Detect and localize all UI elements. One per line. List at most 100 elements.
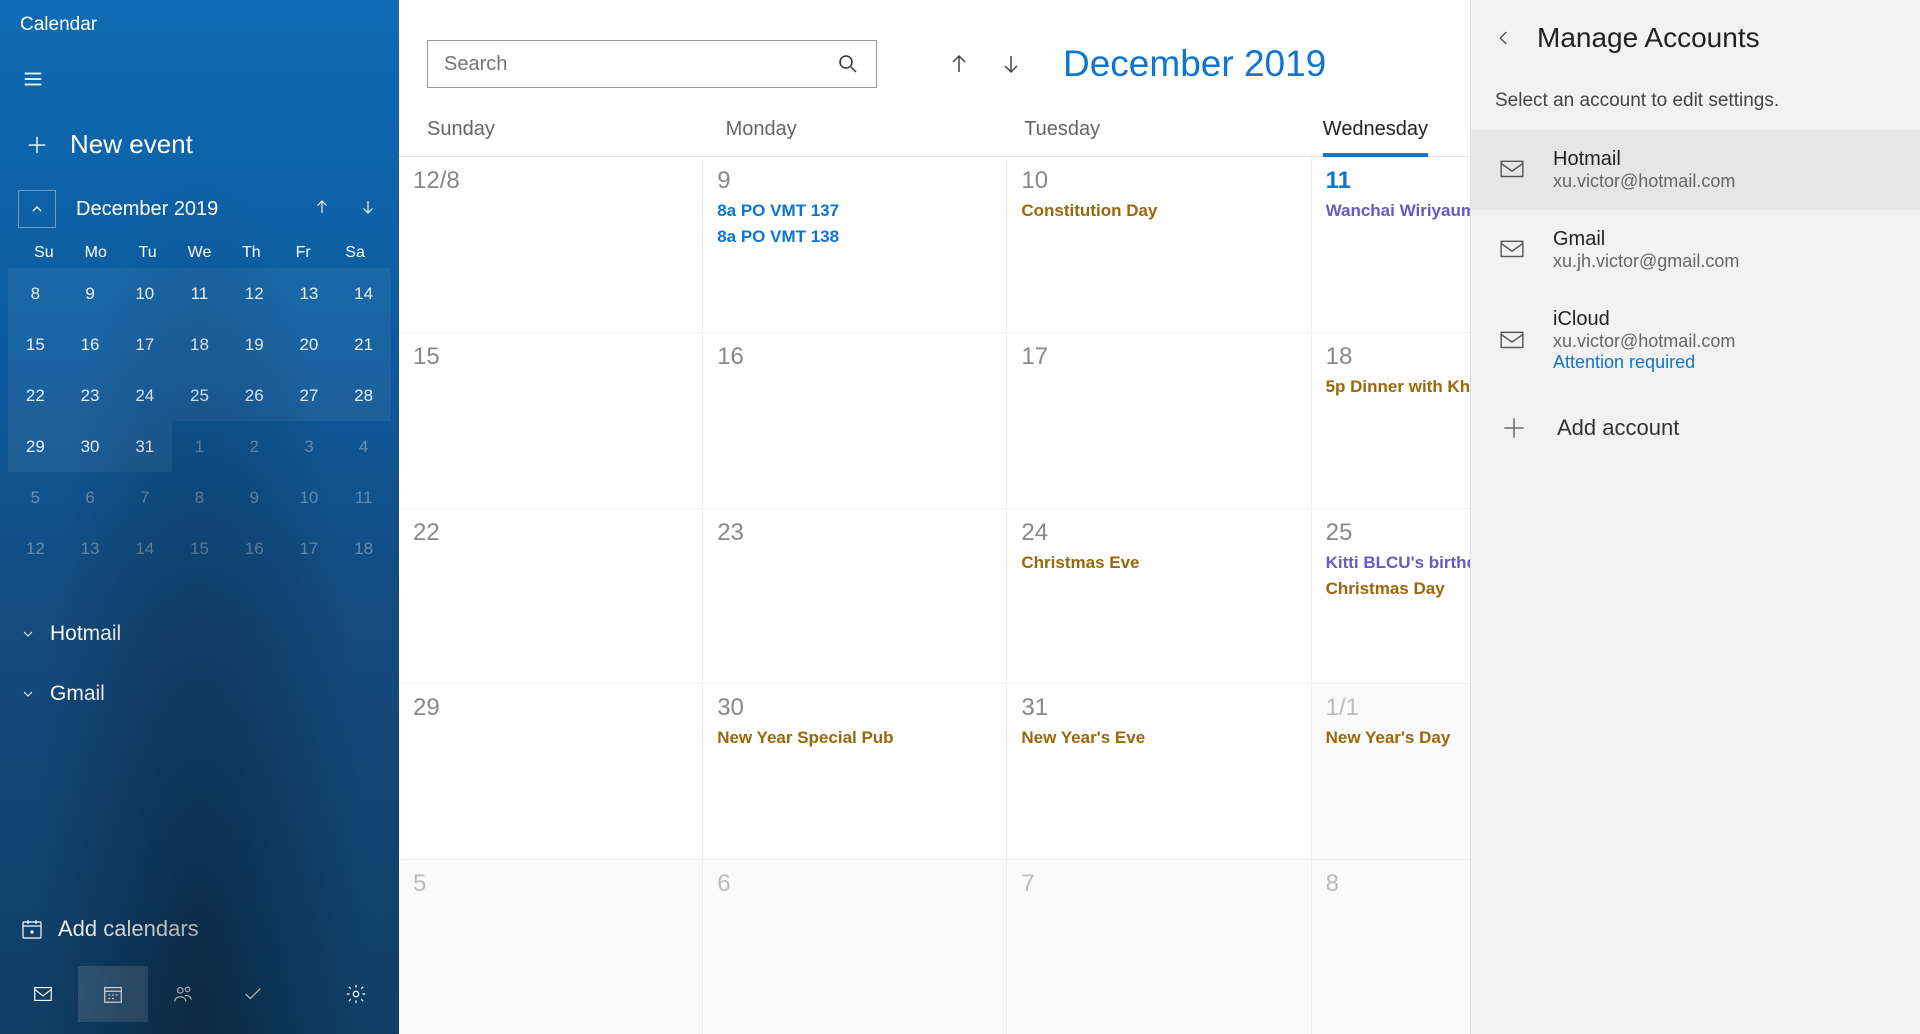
mini-day-cell[interactable]: 22 xyxy=(8,370,63,421)
mini-day-cell[interactable]: 27 xyxy=(282,370,337,421)
new-event-button[interactable]: New event xyxy=(0,103,399,190)
mini-day-cell[interactable]: 16 xyxy=(63,319,118,370)
search-input[interactable] xyxy=(444,53,836,76)
day-cell[interactable]: 23 xyxy=(703,509,1007,683)
settings-nav-button[interactable] xyxy=(321,966,391,1022)
day-cell[interactable]: 22 xyxy=(399,509,703,683)
calendar-event[interactable]: New Year's Eve xyxy=(1021,728,1300,748)
day-number: 30 xyxy=(717,694,996,722)
mini-month-label[interactable]: December 2019 xyxy=(56,198,309,221)
mini-next-button[interactable] xyxy=(355,194,381,225)
mini-prev-button[interactable] xyxy=(309,194,335,225)
mini-day-cell[interactable]: 20 xyxy=(282,319,337,370)
mini-day-cell[interactable]: 9 xyxy=(63,268,118,319)
day-cell[interactable]: 6 xyxy=(703,860,1007,1034)
hamburger-icon xyxy=(22,68,44,90)
calendar-event[interactable]: Constitution Day xyxy=(1021,201,1300,221)
mini-day-cell[interactable]: 13 xyxy=(63,523,118,574)
calendar-nav-button[interactable] xyxy=(78,966,148,1022)
mini-day-cell[interactable]: 12 xyxy=(227,268,282,319)
mini-day-cell[interactable]: 24 xyxy=(117,370,172,421)
mini-day-cell[interactable]: 11 xyxy=(336,472,391,523)
day-cell[interactable]: 24Christmas Eve xyxy=(1007,509,1311,683)
manage-accounts-panel: Manage Accounts Select an account to edi… xyxy=(1470,0,1920,1034)
bottom-nav xyxy=(0,954,399,1034)
calendar-event[interactable]: New Year Special Pub xyxy=(717,728,996,748)
mini-day-cell[interactable]: 23 xyxy=(63,370,118,421)
current-month-label[interactable]: December 2019 xyxy=(1063,43,1326,85)
day-cell[interactable]: 7 xyxy=(1007,860,1311,1034)
search-box[interactable] xyxy=(427,40,877,88)
mini-dow-row: SuMoTuWeThFrSa xyxy=(0,238,399,268)
mini-day-cell[interactable]: 13 xyxy=(282,268,337,319)
todo-nav-button[interactable] xyxy=(218,966,288,1022)
mini-day-cell[interactable]: 10 xyxy=(117,268,172,319)
mini-day-cell[interactable]: 26 xyxy=(227,370,282,421)
day-cell[interactable]: 29 xyxy=(399,684,703,858)
accounts-list: Hotmailxu.victor@hotmail.comGmailxu.jh.v… xyxy=(1471,130,1920,391)
mini-day-cell[interactable]: 11 xyxy=(172,268,227,319)
mini-day-cell[interactable]: 18 xyxy=(172,319,227,370)
day-cell[interactable]: 12/8 xyxy=(399,157,703,332)
month-nav xyxy=(937,42,1033,86)
mini-day-cell[interactable]: 9 xyxy=(227,472,282,523)
dow-header-cell: Sunday xyxy=(427,106,726,156)
account-item[interactable]: iCloudxu.victor@hotmail.comAttention req… xyxy=(1471,290,1920,391)
account-item[interactable]: Hotmailxu.victor@hotmail.com xyxy=(1471,130,1920,210)
mini-day-cell[interactable]: 31 xyxy=(117,421,172,472)
mini-day-cell[interactable]: 5 xyxy=(8,472,63,523)
sidebar-account-item[interactable]: Hotmail xyxy=(0,604,399,664)
day-cell[interactable]: 5 xyxy=(399,860,703,1034)
mini-day-cell[interactable]: 16 xyxy=(227,523,282,574)
mini-day-cell[interactable]: 6 xyxy=(63,472,118,523)
mini-day-cell[interactable]: 17 xyxy=(282,523,337,574)
sidebar-account-item[interactable]: Gmail xyxy=(0,664,399,724)
mini-day-cell[interactable]: 29 xyxy=(8,421,63,472)
mini-day-cell[interactable]: 19 xyxy=(227,319,282,370)
calendar-event[interactable]: 8a PO VMT 137 xyxy=(717,201,996,221)
day-cell[interactable]: 16 xyxy=(703,333,1007,507)
day-cell[interactable]: 15 xyxy=(399,333,703,507)
add-account-button[interactable]: Add account xyxy=(1471,397,1920,459)
mini-day-cell[interactable]: 15 xyxy=(8,319,63,370)
mini-calendar-header: December 2019 xyxy=(0,190,399,238)
mini-day-cell[interactable]: 10 xyxy=(282,472,337,523)
mini-day-cell[interactable]: 4 xyxy=(336,421,391,472)
mini-day-cell[interactable]: 14 xyxy=(336,268,391,319)
mini-day-cell[interactable]: 30 xyxy=(63,421,118,472)
prev-month-button[interactable] xyxy=(937,42,981,86)
account-attention[interactable]: Attention required xyxy=(1553,352,1735,373)
day-number: 5 xyxy=(413,870,692,898)
mini-day-cell[interactable]: 18 xyxy=(336,523,391,574)
next-month-button[interactable] xyxy=(989,42,1033,86)
mail-nav-button[interactable] xyxy=(8,966,78,1022)
day-cell[interactable]: 10Constitution Day xyxy=(1007,157,1311,332)
mini-collapse-button[interactable] xyxy=(18,190,56,228)
people-nav-button[interactable] xyxy=(148,966,218,1022)
day-cell[interactable]: 17 xyxy=(1007,333,1311,507)
mini-day-cell[interactable]: 14 xyxy=(117,523,172,574)
mini-day-cell[interactable]: 25 xyxy=(172,370,227,421)
day-number: 6 xyxy=(717,870,996,898)
mini-day-cell[interactable]: 15 xyxy=(172,523,227,574)
hamburger-button[interactable] xyxy=(0,50,399,103)
calendar-event[interactable]: Christmas Eve xyxy=(1021,553,1300,573)
mini-day-cell[interactable]: 2 xyxy=(227,421,282,472)
mini-day-cell[interactable]: 8 xyxy=(172,472,227,523)
mini-day-cell[interactable]: 17 xyxy=(117,319,172,370)
mini-day-cell[interactable]: 21 xyxy=(336,319,391,370)
calendar-event[interactable]: 8a PO VMT 138 xyxy=(717,227,996,247)
mini-dow-cell: Fr xyxy=(277,244,329,262)
back-icon[interactable] xyxy=(1495,29,1513,47)
add-calendars-button[interactable]: Add calendars xyxy=(0,904,399,954)
mini-day-cell[interactable]: 1 xyxy=(172,421,227,472)
account-item[interactable]: Gmailxu.jh.victor@gmail.com xyxy=(1471,210,1920,290)
day-cell[interactable]: 98a PO VMT 1378a PO VMT 138 xyxy=(703,157,1007,332)
mini-day-cell[interactable]: 3 xyxy=(282,421,337,472)
day-cell[interactable]: 30 New Year Special Pub xyxy=(703,684,1007,858)
mini-day-cell[interactable]: 28 xyxy=(336,370,391,421)
mini-day-cell[interactable]: 7 xyxy=(117,472,172,523)
mini-day-cell[interactable]: 12 xyxy=(8,523,63,574)
day-cell[interactable]: 31New Year's Eve xyxy=(1007,684,1311,858)
mini-day-cell[interactable]: 8 xyxy=(8,268,63,319)
